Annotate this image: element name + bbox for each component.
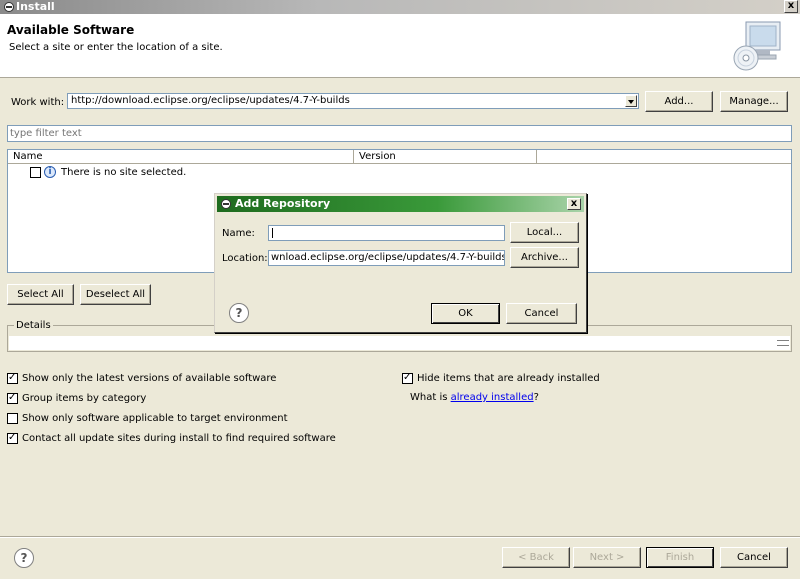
dialog-help-icon[interactable]: ?: [229, 303, 249, 323]
column-filler-header: [537, 150, 791, 164]
tree-row-text: There is no site selected.: [61, 167, 187, 178]
close-window-button[interactable]: x: [784, 0, 798, 13]
install-wizard-icon: [733, 21, 781, 71]
local-button[interactable]: Local...: [510, 222, 579, 243]
tree-row-checkbox[interactable]: [30, 167, 41, 178]
filter-input[interactable]: [8, 126, 791, 141]
chevron-down-icon[interactable]: [625, 95, 637, 107]
select-all-button[interactable]: Select All: [7, 284, 74, 305]
hide-installed-checkbox[interactable]: [402, 372, 413, 384]
archive-button[interactable]: Archive...: [510, 247, 579, 268]
name-label: Name:: [222, 228, 255, 239]
work-with-label: Work with:: [11, 97, 65, 108]
latest-versions-label: Show only the latest versions of availab…: [22, 373, 277, 384]
what-is-prefix: What is: [410, 392, 451, 403]
group-by-category-checkbox[interactable]: [7, 392, 18, 404]
dialog-title-bar: Add Repository x: [217, 196, 584, 212]
footer-separator: [0, 536, 800, 538]
dialog-close-button[interactable]: x: [567, 198, 581, 210]
ok-button[interactable]: OK: [431, 303, 500, 324]
eclipse-icon: [4, 2, 14, 12]
hide-installed-label: Hide items that are already installed: [417, 373, 600, 384]
page-description: Select a site or enter the location of a…: [9, 42, 223, 53]
location-label: Location:: [222, 253, 268, 264]
applicable-only-label: Show only software applicable to target …: [22, 413, 288, 424]
column-name-header[interactable]: Name: [8, 150, 354, 164]
info-icon: i: [44, 166, 56, 178]
name-input[interactable]: [268, 225, 505, 241]
eclipse-icon: [221, 199, 231, 209]
cancel-button[interactable]: Cancel: [720, 547, 788, 568]
help-icon[interactable]: ?: [14, 548, 34, 568]
dialog-cancel-button[interactable]: Cancel: [506, 303, 577, 324]
add-site-button[interactable]: Add...: [645, 91, 713, 112]
title-bar: Install x: [0, 0, 800, 14]
deselect-all-button[interactable]: Deselect All: [80, 284, 151, 305]
back-button[interactable]: < Back: [502, 547, 570, 568]
resize-grip-icon[interactable]: [777, 340, 789, 346]
wizard-banner: Available Software Select a site or ente…: [0, 14, 800, 78]
next-button[interactable]: Next >: [573, 547, 641, 568]
group-by-category-label: Group items by category: [22, 393, 147, 404]
location-input[interactable]: wnload.eclipse.org/eclipse/updates/4.7-Y…: [268, 250, 505, 266]
details-text-area[interactable]: [9, 336, 790, 350]
column-version-header[interactable]: Version: [354, 150, 537, 164]
latest-versions-checkbox[interactable]: [7, 372, 18, 384]
what-is-suffix: ?: [533, 392, 539, 403]
dialog-title: Add Repository: [235, 197, 331, 210]
details-label: Details: [14, 320, 53, 331]
window-title: Install: [16, 0, 55, 13]
work-with-value: http://download.eclipse.org/eclipse/upda…: [71, 95, 350, 106]
finish-button[interactable]: Finish: [646, 547, 714, 568]
contact-sites-checkbox[interactable]: [7, 432, 18, 444]
page-title: Available Software: [7, 23, 135, 37]
already-installed-link[interactable]: already installed: [451, 392, 534, 403]
what-is-installed: What is already installed?: [410, 392, 539, 406]
applicable-only-checkbox[interactable]: [7, 413, 18, 424]
install-window: Install x Available Software Select a si…: [0, 0, 800, 579]
add-repository-dialog: Add Repository x Name: Local... Location…: [214, 193, 587, 333]
work-with-combo[interactable]: http://download.eclipse.org/eclipse/upda…: [67, 93, 639, 109]
filter-field[interactable]: [7, 125, 792, 142]
manage-sites-button[interactable]: Manage...: [720, 91, 788, 112]
contact-sites-label: Contact all update sites during install …: [22, 433, 336, 444]
